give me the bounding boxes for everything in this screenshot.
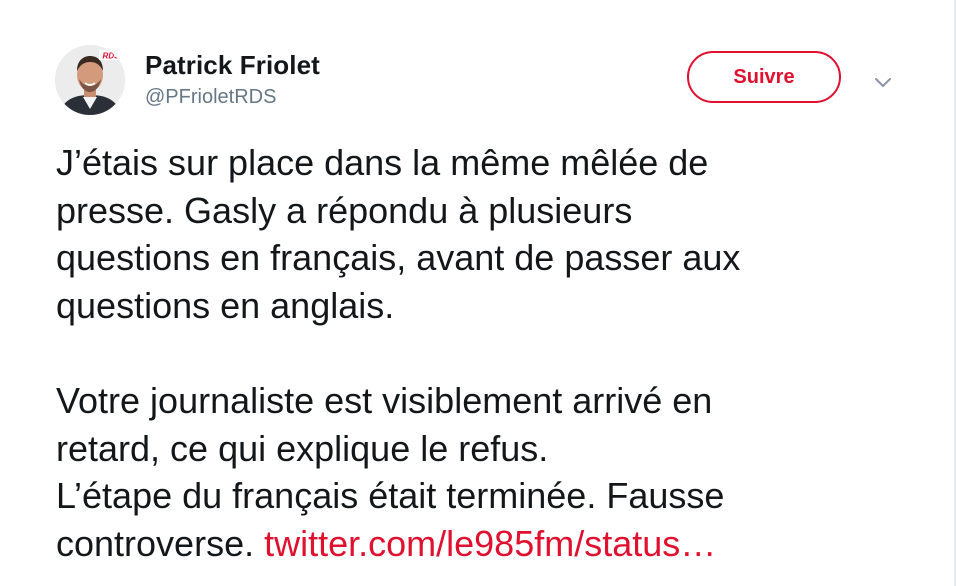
tweet-line: questions en anglais. [56,284,395,326]
tweet-line: L’étape du français était terminée. Faus… [56,475,725,517]
follow-button[interactable]: Suivre [687,51,841,103]
avatar-photo: RDS [55,45,125,115]
paragraph-break [56,329,916,377]
tweet-line: J’étais sur place dans la même mêlée de [56,142,709,183]
avatar-rds-badge: RDS [103,52,121,61]
avatar[interactable]: RDS [55,45,125,115]
author-name[interactable]: Patrick Friolet [145,50,320,81]
chevron-down-icon[interactable] [872,72,894,94]
quoted-tweet-link[interactable]: twitter.com/le985fm/status… [264,523,716,564]
tweet-line: questions en français, avant de passer a… [56,237,741,279]
tweet-line-text: controverse. [56,522,265,564]
tweet-line: Votre journaliste est visiblement arrivé… [56,379,713,421]
tweet-card: RDS Patrick Friolet @PFrioletRDS Suivre … [0,0,956,586]
tweet-line: presse. Gasly a répondu à plusieurs [56,189,633,231]
tweet-line: retard, ce qui explique le refus. [56,427,549,469]
tweet-text: J’étais sur place dans la même mêlée de … [56,139,916,567]
author-handle[interactable]: @PFrioletRDS [145,86,276,109]
tweet-last-line: controverse. twitter.com/le985fm/status… [56,520,916,568]
